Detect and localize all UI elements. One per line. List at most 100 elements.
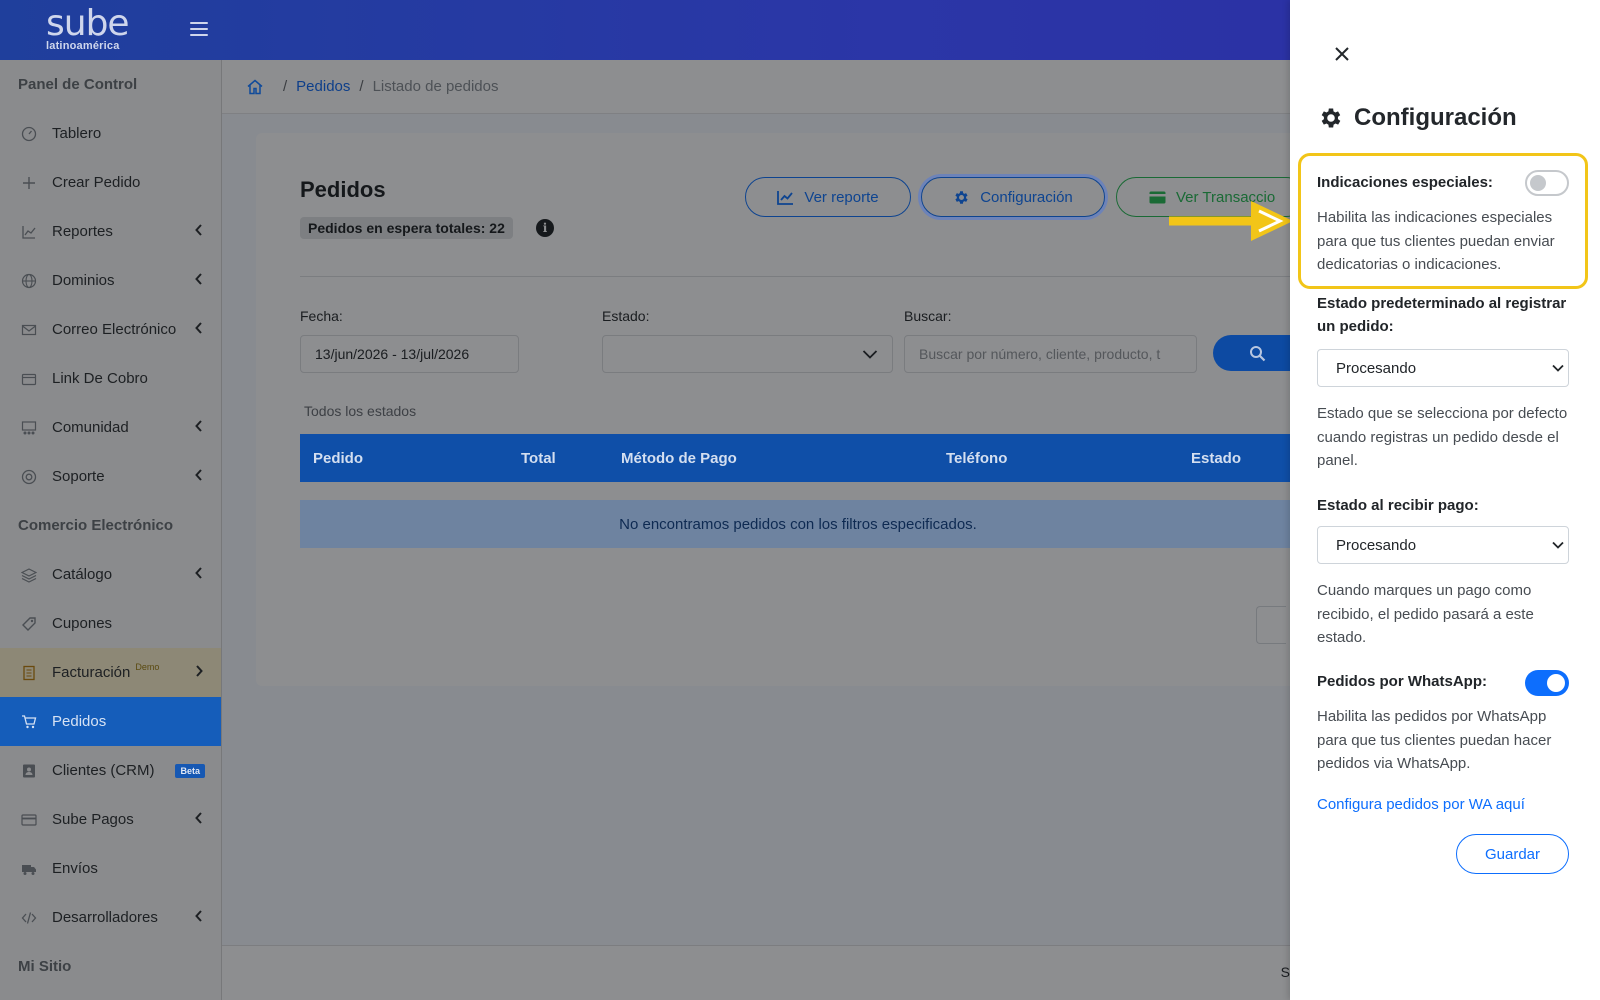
gear-icon [1321,108,1341,128]
configuration-button[interactable]: Configuración [921,177,1105,217]
community-icon [20,419,38,437]
receipt-icon [20,664,38,682]
contact-icon [20,762,38,780]
save-button[interactable]: Guardar [1456,834,1569,874]
column-header[interactable]: Pedido [313,450,363,467]
globe-icon [20,272,38,290]
sidebar-item-label: Pedidos [52,713,107,730]
sidebar-item-label: Correo Electrónico [52,321,177,338]
chevron-left-icon [195,322,202,334]
chevron-down-icon [1552,364,1564,372]
payment-state-value: Procesando [1336,536,1417,554]
footer: S [222,945,1290,1000]
payment-state-select[interactable]: Procesando [1317,526,1569,564]
chart-line-icon [777,190,794,205]
sidebar-item-desarrolladores[interactable]: Desarrolladores [0,893,221,942]
sidebar-item-label: Clientes (CRM) [52,762,155,779]
sidebar-item-sube-pagos[interactable]: Sube Pagos [0,795,221,844]
pending-orders-badge: Pedidos en espera totales: 22 [300,217,513,239]
sidebar-item-reportes[interactable]: Reportes [0,207,221,256]
sidebar-item-label: Catálogo [52,566,113,583]
footer-text: S [1280,964,1290,980]
sidebar-item-label: Link De Cobro [52,370,148,387]
sidebar-item-label: Dominios [52,272,115,289]
column-header[interactable]: Estado [1191,450,1241,467]
layers-icon [20,566,38,584]
sidebar-item-soporte[interactable]: Soporte [0,452,221,501]
default-state-label: Estado predeterminado al registrar un pe… [1317,295,1567,335]
wallet-icon [20,370,38,388]
chevron-left-icon [195,420,202,432]
logo-sub-text: latinoamérica [46,40,120,52]
column-header[interactable]: Total [521,450,556,467]
tag-icon [20,615,38,633]
sidebar-item-cupones[interactable]: Cupones [0,599,221,648]
special-instructions-label: Indicaciones especiales: [1317,174,1493,191]
sidebar-item-label: Comunidad [52,419,129,436]
beta-badge: Beta [175,764,205,778]
payment-state-description: Cuando marques un pago como recibido, el… [1317,582,1534,646]
configure-whatsapp-link[interactable]: Configura pedidos por WA aquí [1317,796,1525,813]
plus-icon [20,174,38,192]
close-icon[interactable] [1332,44,1352,64]
breadcrumb-separator: / [283,78,288,95]
sidebar-item-label: Soporte [52,468,105,485]
column-header[interactable]: Teléfono [946,450,1007,467]
sidebar-item-clientes-crm[interactable]: Clientes (CRM) Beta [0,746,221,795]
breadcrumb: / Pedidos / Listado de pedidos [222,60,1290,114]
chart-line-icon [20,223,38,241]
chevron-down-icon [1552,541,1564,549]
sidebar-item-crear-pedido[interactable]: Crear Pedido [0,158,221,207]
callout-arrow-icon [1169,201,1293,241]
sidebar-item-catalogo[interactable]: Catálogo [0,550,221,599]
whatsapp-orders-toggle[interactable] [1525,670,1569,696]
default-state-select[interactable]: Procesando [1317,349,1569,387]
envelope-icon [20,321,38,339]
date-range-input[interactable]: 13/jun/2026 - 13/jul/2026 [300,335,519,373]
view-report-button[interactable]: Ver reporte [745,177,911,217]
sidebar-item-correo[interactable]: Correo Electrónico [0,305,221,354]
sidebar-section-title: Mi Sitio [18,958,72,975]
sidebar-section-title: Panel de Control [18,76,138,93]
whatsapp-orders-label: Pedidos por WhatsApp: [1317,673,1487,690]
main-content: / Pedidos / Listado de pedidos Pedidos P… [222,60,1296,1000]
sidebar-item-tablero[interactable]: Tablero [0,109,221,158]
search-button[interactable] [1213,335,1296,371]
state-select[interactable] [602,335,893,373]
divider [300,276,1296,277]
sidebar-item-comunidad[interactable]: Comunidad [0,403,221,452]
brand-logo[interactable]: sube latinoamérica [46,3,130,53]
gear-icon [955,190,968,204]
sidebar-item-facturacion[interactable]: Facturación Demo [0,648,221,697]
sidebar-item-label: Sube Pagos [52,811,134,828]
logo-main-text: sube [46,3,130,44]
sidebar-item-pedidos[interactable]: Pedidos [0,697,221,746]
search-input[interactable]: Buscar por número, cliente, producto, t [904,335,1197,373]
special-instructions-toggle[interactable] [1525,170,1569,196]
breadcrumb-current: Listado de pedidos [372,78,499,95]
column-header[interactable]: Método de Pago [621,450,737,467]
sidebar-item-label: Reportes [52,223,113,240]
card-icon [1149,191,1166,203]
sidebar-item-envios[interactable]: Envíos [0,844,221,893]
sidebar-item-label: Facturación [52,664,131,681]
demo-label: Demo [135,661,160,672]
all-states-label: Todos los estados [304,403,417,419]
sidebar: Panel de Control Tablero Crear Pedido Re… [0,60,222,1000]
breadcrumb-link-pedidos[interactable]: Pedidos [296,78,350,95]
hamburger-menu-icon[interactable] [190,22,208,38]
chevron-left-icon [195,224,202,236]
chevron-left-icon [195,910,202,922]
chevron-left-icon [195,273,202,285]
sidebar-item-label: Envíos [52,860,98,877]
pagination[interactable] [1256,606,1286,644]
date-filter-label: Fecha: [300,308,343,324]
panel-title: Configuración [1318,104,1517,132]
default-state-description: Estado que se selecciona por defecto cua… [1317,405,1568,469]
sidebar-item-label: Tablero [52,125,102,142]
sidebar-item-link-de-cobro[interactable]: Link De Cobro [0,354,221,403]
home-icon[interactable] [246,78,264,96]
sidebar-item-dominios[interactable]: Dominios [0,256,221,305]
info-icon[interactable]: i [536,219,554,237]
configuration-panel: Configuración Indicaciones especiales: H… [1290,0,1600,1000]
